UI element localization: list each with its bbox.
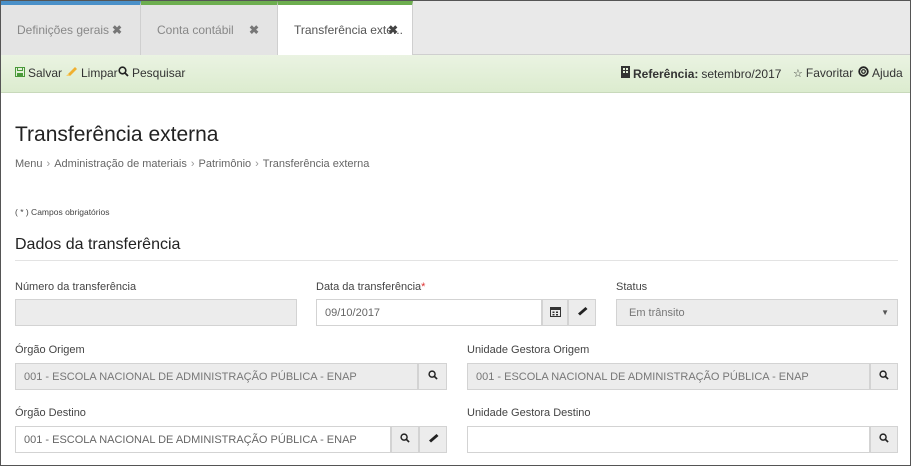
breadcrumb-separator: ›	[46, 158, 51, 170]
magnifier-icon	[879, 433, 889, 446]
data-field[interactable]: 09/10/2017	[316, 299, 542, 326]
page-title: Transferência externa	[15, 123, 219, 146]
data-label: Data da transferência*	[316, 281, 425, 293]
orgao-origem-search-button[interactable]	[418, 363, 447, 390]
breadcrumb-item-menu[interactable]: Menu	[15, 158, 43, 170]
calendar-button[interactable]	[542, 299, 568, 326]
close-icon[interactable]: ✖	[249, 23, 259, 37]
numero-field	[15, 299, 297, 326]
building-icon	[621, 66, 630, 81]
breadcrumb-item-administracao[interactable]: Administração de materiais	[54, 158, 187, 170]
eraser-icon	[66, 66, 78, 80]
ug-destino-search-button[interactable]	[870, 426, 898, 453]
tab-label: Definições gerais	[17, 23, 110, 37]
magnifier-icon	[118, 66, 129, 80]
tab-label: Conta contábil	[157, 23, 234, 37]
lifebuoy-icon	[858, 66, 869, 80]
ug-destino-label: Unidade Gestora Destino	[467, 407, 591, 419]
tab-label: Transferência exte...	[294, 23, 403, 37]
breadcrumb-separator: ›	[190, 158, 195, 170]
clear-date-button[interactable]	[568, 299, 596, 326]
ug-destino-field[interactable]	[467, 426, 870, 453]
magnifier-icon	[879, 370, 889, 383]
eraser-icon	[577, 306, 588, 319]
save-button[interactable]: Salvar	[15, 66, 62, 80]
numero-label: Número da transferência	[15, 281, 137, 293]
orgao-destino-field[interactable]: 001 - ESCOLA NACIONAL DE ADMINISTRAÇÃO P…	[15, 426, 391, 453]
search-label: Pesquisar	[132, 66, 186, 80]
tab-transferencia-externa[interactable]: Transferência exte... ✖	[278, 1, 413, 56]
tab-conta-contabil[interactable]: Conta contábil ✖	[141, 1, 278, 55]
reference-indicator[interactable]: Referência: setembro/2017	[621, 66, 781, 81]
breadcrumb-item-current: Transferência externa	[262, 158, 370, 170]
magnifier-icon	[427, 370, 438, 383]
close-icon[interactable]: ✖	[112, 23, 122, 37]
reference-label: Referência:	[633, 66, 699, 81]
toolbar: Salvar Limpar Pesquisar Referência: sete…	[1, 55, 910, 93]
ug-origem-field: 001 - ESCOLA NACIONAL DE ADMINISTRAÇÃO P…	[467, 363, 870, 390]
status-select[interactable]: Em trânsito ▼	[616, 299, 898, 326]
breadcrumb: Menu › Administração de materiais › Patrimôn…	[15, 158, 369, 170]
required-fields-note: ( * ) Campos obrigatórios	[15, 207, 110, 217]
help-button[interactable]: Ajuda	[858, 66, 903, 80]
calendar-icon	[549, 306, 561, 320]
star-outline-icon: ☆	[793, 67, 803, 80]
section-divider	[15, 260, 898, 261]
section-title: Dados da transferência	[15, 236, 181, 253]
caret-down-icon: ▼	[881, 308, 889, 317]
favorite-button[interactable]: ☆ Favoritar	[793, 66, 853, 80]
search-button[interactable]: Pesquisar	[118, 66, 185, 80]
orgao-destino-clear-button[interactable]	[419, 426, 447, 453]
close-icon[interactable]: ✖	[388, 23, 398, 37]
ug-origem-search-button[interactable]	[870, 363, 898, 390]
help-label: Ajuda	[872, 66, 903, 80]
status-value: Em trânsito	[629, 306, 685, 319]
reference-value: setembro/2017	[701, 66, 782, 81]
clear-button[interactable]: Limpar	[66, 66, 118, 80]
ug-origem-label: Unidade Gestora Origem	[467, 344, 590, 356]
save-label: Salvar	[28, 66, 63, 80]
breadcrumb-separator: ›	[255, 158, 259, 170]
orgao-destino-label: Órgão Destino	[15, 407, 86, 419]
clear-label: Limpar	[81, 66, 118, 80]
breadcrumb-item-patrimonio[interactable]: Patrimônio	[199, 158, 252, 170]
magnifier-icon	[400, 433, 410, 446]
tab-strip: Definições gerais ✖ Conta contábil ✖ Tra…	[1, 1, 910, 56]
orgao-destino-search-button[interactable]	[391, 426, 419, 453]
status-label: Status	[616, 281, 648, 293]
orgao-origem-field: 001 - ESCOLA NACIONAL DE ADMINISTRAÇÃO P…	[15, 363, 418, 390]
required-mark: *	[421, 281, 426, 293]
data-label-text: Data da transferência	[316, 281, 422, 293]
eraser-icon	[428, 433, 439, 446]
orgao-origem-label: Órgão Origem	[15, 344, 85, 356]
tab-definicoes-gerais[interactable]: Definições gerais ✖	[1, 1, 141, 55]
favorite-label: Favoritar	[805, 66, 854, 80]
floppy-icon	[15, 66, 25, 80]
app-frame: Definições gerais ✖ Conta contábil ✖ Tra…	[0, 0, 911, 466]
